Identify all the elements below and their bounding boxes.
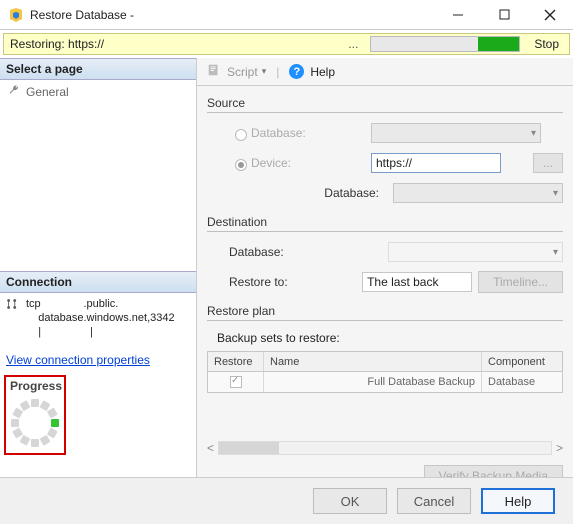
row-component-cell: Database	[482, 372, 562, 392]
restore-plan-title: Restore plan	[207, 304, 563, 321]
ok-button[interactable]: OK	[313, 488, 387, 514]
wrench-icon	[8, 84, 20, 99]
source-database2-dropdown[interactable]: ▾	[393, 183, 563, 203]
source-group: Source Database: ▾ Device: https://	[207, 96, 563, 205]
progress-spinner	[13, 401, 57, 445]
progress-label: Progress	[10, 379, 60, 393]
destination-group: Destination Database: ▾ Restore to: The …	[207, 215, 563, 294]
grid-header: Restore Name Component	[208, 352, 562, 372]
server-icon	[6, 297, 20, 314]
page-general[interactable]: General	[0, 80, 196, 103]
help-footer-button[interactable]: Help	[481, 488, 555, 514]
restoring-progressbar	[370, 36, 520, 52]
dest-restore-to-label: Restore to:	[229, 275, 349, 289]
scroll-left-icon[interactable]: <	[207, 441, 214, 455]
source-database-dropdown[interactable]: ▾	[371, 123, 541, 143]
chevron-down-icon: ▾	[553, 247, 558, 258]
toolbar-separator: |	[276, 65, 279, 79]
restoring-banner: Restoring: https:// ... Stop	[3, 33, 570, 55]
restoring-progress-fill	[478, 37, 519, 51]
connection-body: tcp .public. database.windows.net,3342 |…	[0, 293, 196, 343]
source-device-radio[interactable]	[235, 159, 247, 171]
scrollbar-thumb[interactable]	[219, 442, 279, 454]
select-page-header: Select a page	[0, 58, 196, 80]
row-name-cell: Full Database Backup	[264, 372, 482, 392]
dest-restore-to-value: The last back	[362, 272, 472, 292]
source-device-label: Device:	[251, 156, 371, 170]
cancel-button[interactable]: Cancel	[397, 488, 471, 514]
script-icon	[207, 63, 221, 80]
right-toolbar: Script ▾ | ? Help	[197, 58, 573, 86]
minimize-button[interactable]	[435, 0, 481, 30]
grid-horizontal-scrollbar[interactable]: < >	[207, 439, 563, 457]
view-connection-properties-link[interactable]: View connection properties	[0, 343, 196, 373]
source-device-input[interactable]: https://	[371, 153, 501, 173]
restore-plan-subtitle: Backup sets to restore:	[207, 329, 563, 347]
maximize-button[interactable]	[481, 0, 527, 30]
right-panel: Script ▾ | ? Help Source Database: ▾	[197, 58, 573, 477]
source-database-radio[interactable]	[235, 129, 247, 141]
script-dropdown[interactable]: ▾	[262, 66, 267, 77]
dialog-footer: OK Cancel Help	[0, 478, 573, 524]
connection-header: Connection	[0, 271, 196, 293]
help-button[interactable]: Help	[310, 65, 335, 79]
close-button[interactable]	[527, 0, 573, 30]
progress-section: Progress	[4, 375, 66, 455]
destination-title: Destination	[207, 215, 563, 232]
chevron-down-icon: ▾	[531, 128, 536, 139]
source-database2-label: Database:	[251, 186, 393, 200]
scroll-right-icon[interactable]: >	[556, 441, 563, 455]
timeline-button[interactable]: Timeline...	[478, 271, 563, 293]
col-restore-header[interactable]: Restore	[208, 352, 264, 371]
connection-text: tcp .public. database.windows.net,3342 |…	[26, 297, 175, 339]
col-component-header[interactable]: Component	[482, 352, 562, 371]
chevron-down-icon: ▾	[553, 188, 558, 199]
restoring-text: Restoring: https://	[4, 37, 340, 51]
grid-row[interactable]: Full Database Backup Database	[208, 372, 562, 392]
source-title: Source	[207, 96, 563, 113]
help-icon: ?	[289, 64, 304, 79]
dest-database-label: Database:	[229, 245, 349, 259]
scrollbar-track[interactable]	[218, 441, 552, 455]
page-general-label: General	[26, 85, 69, 99]
window-title: Restore Database -	[30, 8, 435, 22]
source-device-browse-button[interactable]: ...	[533, 153, 563, 173]
restoring-ellipsis: ...	[340, 37, 366, 51]
app-icon	[8, 7, 24, 23]
col-name-header[interactable]: Name	[264, 352, 482, 371]
verify-backup-button[interactable]: Verify Backup Media	[424, 465, 563, 477]
source-database-label: Database:	[251, 126, 371, 140]
dest-database-dropdown[interactable]: ▾	[388, 242, 563, 262]
titlebar: Restore Database -	[0, 0, 573, 30]
left-panel: Select a page General Connection tcp .pu…	[0, 58, 197, 477]
window-controls	[435, 0, 573, 30]
stop-button[interactable]: Stop	[524, 34, 569, 54]
restore-plan-group: Restore plan Backup sets to restore: Res…	[207, 304, 563, 477]
script-button[interactable]: Script	[227, 65, 258, 79]
backup-sets-grid: Restore Name Component Full Database Bac…	[207, 351, 563, 393]
restore-row-checkbox[interactable]	[230, 376, 242, 388]
